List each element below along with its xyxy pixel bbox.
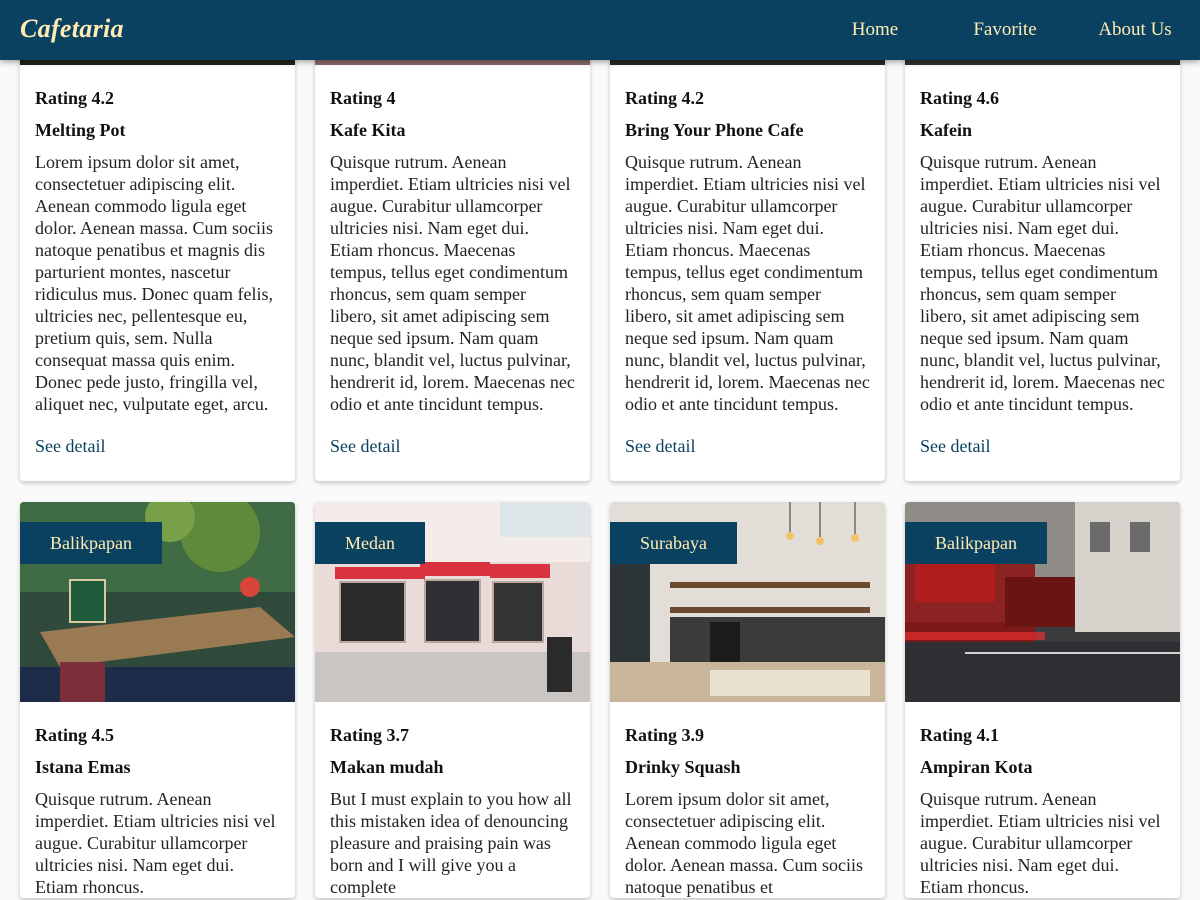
restaurant-name: Drinky Squash	[625, 757, 741, 777]
restaurant-image: Medan	[315, 502, 590, 702]
city-badge: Balikpapan	[905, 522, 1047, 564]
restaurant-name: Kafe Kita	[330, 120, 406, 140]
top-navbar: Cafetaria Home Favorite About Us	[0, 0, 1200, 60]
restaurant-description: Lorem ipsum dolor sit amet, consectetuer…	[625, 789, 863, 897]
restaurant-list-row-2: Balikpapan Rating 4.5 Istana Emas Quisqu…	[20, 502, 1180, 898]
restaurant-description: Quisque rutrum. Aenean imperdiet. Etiam …	[920, 789, 1161, 897]
restaurant-card: Rating 4.2 Bring Your Phone Cafe Quisque…	[610, 0, 885, 481]
restaurant-description: Quisque rutrum. Aenean imperdiet. Etiam …	[330, 152, 575, 414]
restaurant-card: Surabaya Rating 3.9 Drinky Squash Lorem …	[610, 502, 885, 898]
restaurant-description: Quisque rutrum. Aenean imperdiet. Etiam …	[625, 152, 870, 414]
nav-about-us[interactable]: About Us	[1070, 0, 1200, 60]
restaurant-name: Makan mudah	[330, 757, 444, 777]
restaurant-rating: Rating 4.6	[920, 88, 1000, 108]
restaurant-image: Balikpapan	[905, 502, 1180, 702]
restaurant-description: Quisque rutrum. Aenean imperdiet. Etiam …	[920, 152, 1165, 414]
restaurant-card: Medan Rating 3.7 Makan mudah But I must …	[315, 502, 590, 898]
nav-home[interactable]: Home	[810, 0, 940, 60]
restaurant-name: Bring Your Phone Cafe	[625, 120, 804, 140]
restaurant-rating: Rating 3.9	[625, 725, 705, 745]
see-detail-link[interactable]: See detail	[330, 430, 400, 463]
restaurant-rating: Rating 4.2	[625, 88, 705, 108]
see-detail-link[interactable]: See detail	[625, 430, 695, 463]
restaurant-card: Balikpapan Rating 4.5 Istana Emas Quisqu…	[20, 502, 295, 898]
restaurant-name: Melting Pot	[35, 120, 126, 140]
restaurant-card: Balikpapan Rating 4.1 Ampiran Kota Quisq…	[905, 502, 1180, 898]
restaurant-card: Rating 4.2 Melting Pot Lorem ipsum dolor…	[20, 0, 295, 481]
nav-menu: Home Favorite About Us	[810, 0, 1200, 60]
city-badge: Surabaya	[610, 522, 737, 564]
see-detail-link[interactable]: See detail	[35, 430, 105, 463]
restaurant-image: Balikpapan	[20, 502, 295, 702]
see-detail-link[interactable]: See detail	[920, 430, 990, 463]
restaurant-rating: Rating 4.2	[35, 88, 115, 108]
restaurant-card: Rating 4 Kafe Kita Quisque rutrum. Aenea…	[315, 0, 590, 481]
nav-favorite[interactable]: Favorite	[940, 0, 1070, 60]
restaurant-rating: Rating 3.7	[330, 725, 410, 745]
brand-logo[interactable]: Cafetaria	[20, 14, 124, 44]
restaurant-rating: Rating 4.5	[35, 725, 115, 745]
restaurant-rating: Rating 4.1	[920, 725, 1000, 745]
restaurant-list-row-1: Rating 4.2 Melting Pot Lorem ipsum dolor…	[20, 0, 1180, 481]
restaurant-card: Rating 4.6 Kafein Quisque rutrum. Aenean…	[905, 0, 1180, 481]
restaurant-description: But I must explain to you how all this m…	[330, 789, 572, 897]
restaurant-rating: Rating 4	[330, 88, 396, 108]
city-badge: Medan	[315, 522, 425, 564]
restaurant-name: Ampiran Kota	[920, 757, 1033, 777]
restaurant-name: Istana Emas	[35, 757, 131, 777]
restaurant-description: Quisque rutrum. Aenean imperdiet. Etiam …	[35, 789, 276, 897]
restaurant-image: Surabaya	[610, 502, 885, 702]
restaurant-name: Kafein	[920, 120, 972, 140]
city-badge: Balikpapan	[20, 522, 162, 564]
restaurant-description: Lorem ipsum dolor sit amet, consectetuer…	[35, 152, 273, 414]
